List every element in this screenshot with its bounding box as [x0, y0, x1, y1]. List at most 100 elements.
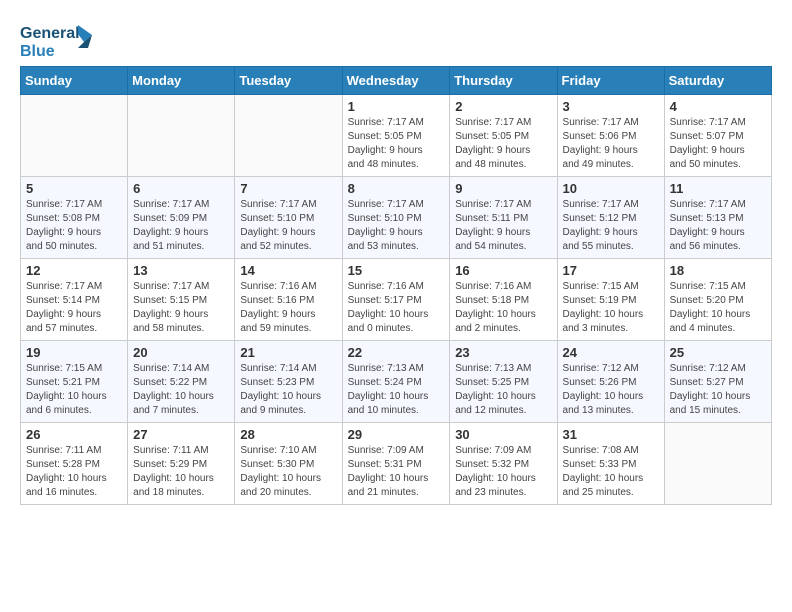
day-number: 23: [455, 345, 551, 360]
day-number: 15: [348, 263, 445, 278]
calendar-cell: 24Sunrise: 7:12 AM Sunset: 5:26 PM Dayli…: [557, 341, 664, 423]
day-info: Sunrise: 7:17 AM Sunset: 5:13 PM Dayligh…: [670, 198, 766, 254]
day-info: Sunrise: 7:16 AM Sunset: 5:18 PM Dayligh…: [455, 280, 551, 336]
calendar-cell: 4 Sunrise: 7:17 AM Sunset: 5:07 PM Daylig…: [664, 95, 771, 177]
calendar-cell: 27 Sunrise: 7:11 AM Sunset: 5:29 PM Dayli…: [128, 423, 235, 505]
calendar-week-2: 5 Sunrise: 7:17 AM Sunset: 5:08 PM Daylig…: [21, 177, 772, 259]
day-number: 27: [133, 427, 229, 442]
calendar-week-1: 1 Sunrise: 7:17 AM Sunset: 5:05 PM Daylig…: [21, 95, 772, 177]
day-info: Sunrise: 7:17 AM Sunset: 5:11 PM Dayligh…: [455, 198, 551, 254]
calendar-cell: 30 Sunrise: 7:09 AM Sunset: 5:32 PM Dayli…: [450, 423, 557, 505]
day-number: 17: [563, 263, 659, 278]
day-info: Sunrise: 7:17 AM Sunset: 5:06 PM Dayligh…: [563, 116, 659, 172]
day-header-thursday: Thursday: [450, 67, 557, 95]
calendar-cell: 13 Sunrise: 7:17 AM Sunset: 5:15 PM Dayli…: [128, 259, 235, 341]
calendar-cell: [235, 95, 342, 177]
day-number: 22: [348, 345, 445, 360]
calendar-cell: 29 Sunrise: 7:09 AM Sunset: 5:31 PM Dayli…: [342, 423, 450, 505]
calendar-header-row: SundayMondayTuesdayWednesdayThursdayFrid…: [21, 67, 772, 95]
day-info: Sunrise: 7:11 AM Sunset: 5:28 PM Dayligh…: [26, 444, 122, 500]
day-info: Sunrise: 7:17 AM Sunset: 5:05 PM Dayligh…: [455, 116, 551, 172]
calendar-cell: 9 Sunrise: 7:17 AM Sunset: 5:11 PM Daylig…: [450, 177, 557, 259]
day-info: Sunrise: 7:13 AM Sunset: 5:25 PM Dayligh…: [455, 362, 551, 418]
calendar-cell: 5 Sunrise: 7:17 AM Sunset: 5:08 PM Daylig…: [21, 177, 128, 259]
day-info: Sunrise: 7:17 AM Sunset: 5:12 PM Dayligh…: [563, 198, 659, 254]
day-header-monday: Monday: [128, 67, 235, 95]
day-info: Sunrise: 7:15 AM Sunset: 5:21 PM Dayligh…: [26, 362, 122, 418]
day-info: Sunrise: 7:17 AM Sunset: 5:10 PM Dayligh…: [348, 198, 445, 254]
day-info: Sunrise: 7:16 AM Sunset: 5:17 PM Dayligh…: [348, 280, 445, 336]
calendar-cell: 12 Sunrise: 7:17 AM Sunset: 5:14 PM Dayli…: [21, 259, 128, 341]
logo-icon: GeneralBlue: [20, 20, 100, 60]
day-info: Sunrise: 7:13 AM Sunset: 5:24 PM Dayligh…: [348, 362, 445, 418]
day-info: Sunrise: 7:11 AM Sunset: 5:29 PM Dayligh…: [133, 444, 229, 500]
day-number: 21: [240, 345, 336, 360]
day-number: 1: [348, 99, 445, 114]
calendar-cell: [21, 95, 128, 177]
day-info: Sunrise: 7:10 AM Sunset: 5:30 PM Dayligh…: [240, 444, 336, 500]
calendar-cell: 26 Sunrise: 7:11 AM Sunset: 5:28 PM Dayli…: [21, 423, 128, 505]
day-info: Sunrise: 7:12 AM Sunset: 5:27 PM Dayligh…: [670, 362, 766, 418]
day-info: Sunrise: 7:08 AM Sunset: 5:33 PM Dayligh…: [563, 444, 659, 500]
calendar-cell: 31 Sunrise: 7:08 AM Sunset: 5:33 PM Dayli…: [557, 423, 664, 505]
day-header-tuesday: Tuesday: [235, 67, 342, 95]
calendar-table: SundayMondayTuesdayWednesdayThursdayFrid…: [20, 66, 772, 505]
day-info: Sunrise: 7:17 AM Sunset: 5:14 PM Dayligh…: [26, 280, 122, 336]
calendar-cell: 7Sunrise: 7:17 AM Sunset: 5:10 PM Daylig…: [235, 177, 342, 259]
day-header-friday: Friday: [557, 67, 664, 95]
calendar-cell: 25 Sunrise: 7:12 AM Sunset: 5:27 PM Dayli…: [664, 341, 771, 423]
day-info: Sunrise: 7:09 AM Sunset: 5:31 PM Dayligh…: [348, 444, 445, 500]
day-number: 12: [26, 263, 122, 278]
day-info: Sunrise: 7:17 AM Sunset: 5:15 PM Dayligh…: [133, 280, 229, 336]
calendar-cell: [128, 95, 235, 177]
calendar-cell: 18Sunrise: 7:15 AM Sunset: 5:20 PM Dayli…: [664, 259, 771, 341]
day-number: 29: [348, 427, 445, 442]
day-info: Sunrise: 7:17 AM Sunset: 5:10 PM Dayligh…: [240, 198, 336, 254]
day-number: 16: [455, 263, 551, 278]
day-number: 13: [133, 263, 229, 278]
day-info: Sunrise: 7:17 AM Sunset: 5:09 PM Dayligh…: [133, 198, 229, 254]
calendar-cell: 21 Sunrise: 7:14 AM Sunset: 5:23 PM Dayli…: [235, 341, 342, 423]
calendar-cell: 20 Sunrise: 7:14 AM Sunset: 5:22 PM Dayli…: [128, 341, 235, 423]
calendar-cell: 2 Sunrise: 7:17 AM Sunset: 5:05 PM Daylig…: [450, 95, 557, 177]
day-info: Sunrise: 7:17 AM Sunset: 5:07 PM Dayligh…: [670, 116, 766, 172]
day-number: 20: [133, 345, 229, 360]
day-info: Sunrise: 7:17 AM Sunset: 5:08 PM Dayligh…: [26, 198, 122, 254]
calendar-cell: 3Sunrise: 7:17 AM Sunset: 5:06 PM Daylig…: [557, 95, 664, 177]
calendar-cell: 15 Sunrise: 7:16 AM Sunset: 5:17 PM Dayli…: [342, 259, 450, 341]
day-number: 2: [455, 99, 551, 114]
day-number: 9: [455, 181, 551, 196]
day-number: 25: [670, 345, 766, 360]
day-info: Sunrise: 7:17 AM Sunset: 5:05 PM Dayligh…: [348, 116, 445, 172]
day-number: 28: [240, 427, 336, 442]
calendar-cell: 10Sunrise: 7:17 AM Sunset: 5:12 PM Dayli…: [557, 177, 664, 259]
svg-text:General: General: [20, 25, 80, 42]
day-info: Sunrise: 7:16 AM Sunset: 5:16 PM Dayligh…: [240, 280, 336, 336]
day-header-wednesday: Wednesday: [342, 67, 450, 95]
day-number: 6: [133, 181, 229, 196]
calendar-cell: 1 Sunrise: 7:17 AM Sunset: 5:05 PM Daylig…: [342, 95, 450, 177]
calendar-cell: 6 Sunrise: 7:17 AM Sunset: 5:09 PM Daylig…: [128, 177, 235, 259]
calendar-cell: 17Sunrise: 7:15 AM Sunset: 5:19 PM Dayli…: [557, 259, 664, 341]
day-number: 4: [670, 99, 766, 114]
day-info: Sunrise: 7:14 AM Sunset: 5:22 PM Dayligh…: [133, 362, 229, 418]
calendar-cell: 16 Sunrise: 7:16 AM Sunset: 5:18 PM Dayli…: [450, 259, 557, 341]
day-number: 14: [240, 263, 336, 278]
day-info: Sunrise: 7:14 AM Sunset: 5:23 PM Dayligh…: [240, 362, 336, 418]
calendar-week-4: 19 Sunrise: 7:15 AM Sunset: 5:21 PM Dayli…: [21, 341, 772, 423]
calendar-cell: 22 Sunrise: 7:13 AM Sunset: 5:24 PM Dayli…: [342, 341, 450, 423]
day-number: 19: [26, 345, 122, 360]
day-number: 30: [455, 427, 551, 442]
calendar-week-5: 26 Sunrise: 7:11 AM Sunset: 5:28 PM Dayli…: [21, 423, 772, 505]
calendar-cell: 14 Sunrise: 7:16 AM Sunset: 5:16 PM Dayli…: [235, 259, 342, 341]
day-number: 8: [348, 181, 445, 196]
day-number: 31: [563, 427, 659, 442]
page-header: GeneralBlue: [20, 20, 772, 60]
calendar-cell: [664, 423, 771, 505]
day-number: 26: [26, 427, 122, 442]
svg-text:Blue: Blue: [20, 43, 55, 60]
day-number: 5: [26, 181, 122, 196]
day-header-saturday: Saturday: [664, 67, 771, 95]
day-info: Sunrise: 7:09 AM Sunset: 5:32 PM Dayligh…: [455, 444, 551, 500]
day-number: 11: [670, 181, 766, 196]
